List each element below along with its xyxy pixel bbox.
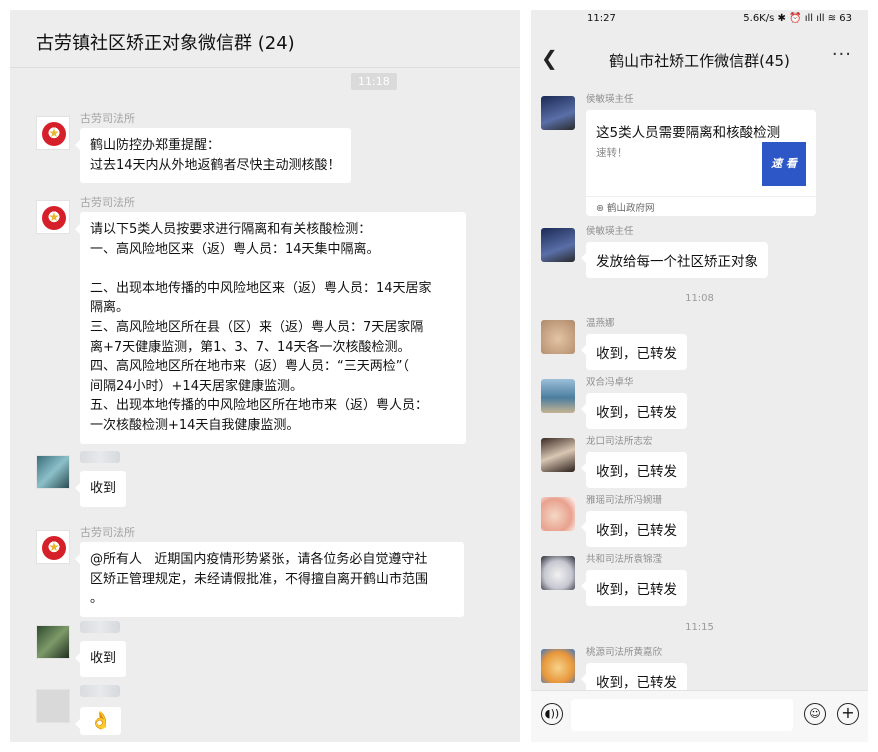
source-icon: ⊛ [596, 203, 604, 214]
message-item: 侯敏瑛主任 这5类人员需要隔离和核酸检测 速转！ 速 看 ⊛ 鹤山政府网 [541, 94, 861, 222]
sender-name: 古劳司法所 [80, 526, 135, 539]
avatar[interactable] [36, 689, 70, 723]
avatar[interactable] [541, 497, 575, 531]
source-label: 鹤山政府网 [607, 203, 655, 214]
avatar[interactable] [541, 379, 575, 413]
ok-hand-emoji-bubble[interactable]: 👌 [74, 707, 122, 735]
avatar[interactable] [541, 556, 575, 590]
status-bar: 11:27 5.6K/s ✱ ⏰ ıll ıll ≋ 63 [531, 10, 868, 32]
court-emblem-icon [42, 122, 66, 146]
blurred-name [80, 621, 120, 633]
message-input[interactable] [571, 699, 793, 731]
message-bubble[interactable]: 请以下5类人员按要求进行隔离和有关核酸检测： 一、高风险地区来（返）粤人员：14… [75, 212, 466, 444]
message-bubble[interactable]: 收到，已转发 [581, 393, 687, 429]
avatar[interactable] [36, 530, 70, 564]
voice-icon[interactable]: ◖)) [541, 703, 563, 725]
card-subtitle: 速转！ [596, 147, 628, 159]
sender-name: 共和司法所袁锦滢 [586, 554, 663, 565]
sender-name: 侯敏瑛主任 [586, 226, 634, 237]
avatar[interactable] [36, 625, 70, 659]
blurred-name [80, 685, 120, 697]
sender-name: 侯敏瑛主任 [586, 94, 634, 105]
status-icons: 5.6K/s ✱ ⏰ ıll ıll ≋ 63 [743, 13, 852, 24]
message-bubble[interactable]: 收到，已转发 [581, 570, 687, 606]
blurred-name [80, 451, 120, 463]
card-thumbnail: 速 看 [762, 142, 806, 186]
sender-name: 桃源司法所黄嘉欣 [586, 647, 663, 658]
message-bubble[interactable]: 收到，已转发 [581, 511, 687, 547]
card-source: ⊛ 鹤山政府网 [586, 196, 816, 214]
chat-title: 古劳镇社区矫正对象微信群 (24) [10, 10, 520, 68]
chat-title: 鹤山市社矫工作微信群(45) [609, 52, 790, 70]
input-bar: ◖)) ☺ + [531, 690, 868, 742]
avatar[interactable] [541, 96, 575, 130]
avatar[interactable] [541, 649, 575, 683]
sender-name: 龙口司法所志宏 [586, 436, 653, 447]
avatar[interactable] [541, 438, 575, 472]
link-card[interactable]: 这5类人员需要隔离和核酸检测 速转！ 速 看 ⊛ 鹤山政府网 [586, 110, 816, 216]
sender-name: 古劳司法所 [80, 112, 135, 125]
court-emblem-icon [42, 536, 66, 560]
avatar[interactable] [541, 320, 575, 354]
mobile-chat-window: 11:27 5.6K/s ✱ ⏰ ıll ıll ≋ 63 ❮ 鹤山市社矫工作微… [531, 10, 868, 742]
desktop-chat-window: 古劳镇社区矫正对象微信群 (24) 11:18 古劳司法所 鹤山防控办郑重提醒：… [10, 10, 520, 742]
chat-header: ❮ 鹤山市社矫工作微信群(45) ··· [531, 32, 868, 86]
avatar[interactable] [36, 116, 70, 150]
status-time: 11:27 [587, 13, 616, 24]
message-bubble[interactable]: 发放给每一个社区矫正对象 [581, 242, 768, 278]
avatar[interactable] [541, 228, 575, 262]
more-options-icon[interactable]: ··· [832, 44, 852, 65]
sender-name: 双合冯卓华 [586, 377, 634, 388]
timestamp: 11:18 [351, 73, 397, 90]
message-bubble[interactable]: 收到，已转发 [581, 334, 687, 370]
card-title: 这5类人员需要隔离和核酸检测 [596, 125, 781, 141]
court-emblem-icon [42, 206, 66, 230]
sender-name: 雅瑶司法所冯婉珊 [586, 495, 663, 506]
emoji-icon[interactable]: ☺ [804, 703, 826, 725]
message-bubble[interactable]: 收到，已转发 [581, 452, 687, 488]
avatar[interactable] [36, 200, 70, 234]
timestamp: 11:08 [685, 293, 714, 304]
message-bubble[interactable]: 收到 [74, 641, 127, 677]
plus-icon[interactable]: + [837, 703, 859, 725]
sender-name: 古劳司法所 [80, 196, 135, 209]
avatar[interactable] [36, 455, 70, 489]
sender-name: 温燕娜 [586, 318, 615, 329]
timestamp: 11:15 [685, 622, 714, 633]
message-bubble[interactable]: @所有人 近期国内疫情形势紧张，请各位务必自觉遵守社 区矫正管理规定，未经请假批… [75, 542, 464, 617]
message-bubble[interactable]: 鹤山防控办郑重提醒： 过去14天内从外地返鹤者尽快主动测核酸！ [75, 128, 351, 184]
message-bubble[interactable]: 收到 [74, 471, 127, 507]
